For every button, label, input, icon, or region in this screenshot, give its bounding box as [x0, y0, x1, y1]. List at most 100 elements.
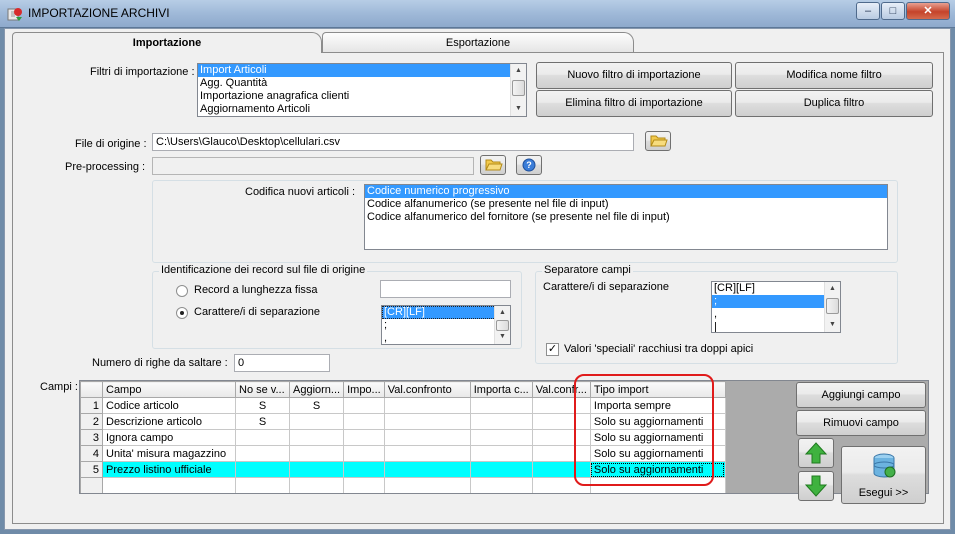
list-item[interactable]: Importazione anagrafica clienti: [198, 90, 526, 103]
grid-cell[interactable]: [383, 397, 471, 414]
grid-cell[interactable]: [343, 445, 385, 462]
grid-cell[interactable]: [469, 461, 533, 478]
filters-scrollbar[interactable]: ▲ ▼: [510, 64, 526, 116]
scroll-up-icon[interactable]: ▲: [825, 282, 840, 296]
grid-cell[interactable]: [288, 477, 345, 493]
list-item[interactable]: Codice numerico progressivo: [365, 185, 887, 198]
grid-cell[interactable]: [235, 461, 290, 478]
filters-listbox[interactable]: Import Articoli Agg. Quantità Importazio…: [197, 63, 527, 117]
grid-cell[interactable]: S: [235, 413, 290, 430]
grid-cell[interactable]: Prezzo listino ufficiale: [102, 461, 236, 478]
grid-cell[interactable]: [288, 429, 345, 446]
separator-radio[interactable]: [176, 307, 188, 319]
skip-rows-input[interactable]: 0: [234, 354, 330, 372]
duplicate-filter-button[interactable]: Duplica filtro: [735, 90, 933, 117]
grid-cell[interactable]: [383, 461, 471, 478]
grid-cell[interactable]: [383, 413, 471, 430]
grid-cell[interactable]: [343, 413, 385, 430]
list-item[interactable]: [CR][LF]: [712, 282, 840, 295]
tab-esportazione[interactable]: Esportazione: [322, 32, 634, 53]
grid-cell[interactable]: [469, 429, 533, 446]
grid-cell[interactable]: Descrizione articolo: [102, 413, 236, 430]
grid-cell[interactable]: [235, 477, 290, 493]
grid-cell[interactable]: [235, 429, 290, 446]
preprocessing-input[interactable]: [152, 157, 474, 175]
grid-cell[interactable]: [469, 445, 533, 462]
move-down-button[interactable]: [798, 471, 834, 501]
run-button[interactable]: Esegui >>: [841, 446, 926, 504]
field-separator-scrollbar[interactable]: ▲ ▼: [824, 282, 840, 332]
grid-cell[interactable]: [383, 477, 471, 493]
row-number[interactable]: [80, 477, 103, 493]
grid-cell[interactable]: [469, 477, 533, 493]
quote-values-checkbox[interactable]: ✓: [546, 343, 559, 356]
row-number[interactable]: 3: [80, 429, 103, 446]
scroll-thumb[interactable]: [826, 298, 839, 314]
list-item[interactable]: ;: [712, 295, 840, 308]
list-item[interactable]: Codice alfanumerico del fornitore (se pr…: [365, 211, 887, 224]
grid-cell[interactable]: [288, 461, 345, 478]
tab-importazione[interactable]: Importazione: [12, 32, 322, 53]
scroll-down-icon[interactable]: ▼: [495, 330, 510, 344]
scroll-down-icon[interactable]: ▼: [511, 102, 526, 116]
column-header[interactable]: Val.confronto: [383, 381, 471, 398]
list-item[interactable]: ,: [712, 308, 840, 321]
grid-cell[interactable]: [343, 429, 385, 446]
title-bar[interactable]: IMPORTAZIONE ARCHIVI – □ ✕: [0, 0, 955, 28]
column-header[interactable]: Aggiorn...: [288, 381, 345, 398]
column-header[interactable]: Impo...: [343, 381, 385, 398]
grid-cell[interactable]: [288, 445, 345, 462]
grid-cell[interactable]: [235, 445, 290, 462]
codifica-listbox[interactable]: Codice numerico progressivo Codice alfan…: [364, 184, 888, 250]
column-header[interactable]: Importa c...: [469, 381, 533, 398]
source-file-input[interactable]: C:\Users\Glauco\Desktop\cellulari.csv: [152, 133, 634, 151]
row-number[interactable]: 4: [80, 445, 103, 462]
list-item[interactable]: ,: [382, 332, 510, 344]
grid-cell[interactable]: [343, 397, 385, 414]
grid-cell[interactable]: [469, 413, 533, 430]
rename-filter-button[interactable]: Modifica nome filtro: [735, 62, 933, 89]
help-button[interactable]: ?: [516, 155, 542, 175]
field-separator-listbox[interactable]: [CR][LF] ; , | ▲ ▼: [711, 281, 841, 333]
grid-cell[interactable]: [288, 413, 345, 430]
move-up-button[interactable]: [798, 438, 834, 468]
grid-cell[interactable]: Unita' misura magazzino: [102, 445, 236, 462]
delete-filter-button[interactable]: Elimina filtro di importazione: [536, 90, 732, 117]
maximize-button[interactable]: □: [881, 2, 905, 20]
grid-cell[interactable]: Ignora campo: [102, 429, 236, 446]
list-item[interactable]: |: [712, 321, 840, 332]
column-header[interactable]: No se v...: [235, 381, 290, 398]
list-item[interactable]: Import Articoli: [198, 64, 526, 77]
list-item[interactable]: ;: [382, 319, 510, 332]
row-number[interactable]: 2: [80, 413, 103, 430]
add-field-button[interactable]: Aggiungi campo: [796, 382, 926, 408]
grid-cell[interactable]: [383, 429, 471, 446]
list-item[interactable]: Codice alfanumerico (se presente nel fil…: [365, 198, 887, 211]
scroll-thumb[interactable]: [512, 80, 525, 96]
new-filter-button[interactable]: Nuovo filtro di importazione: [536, 62, 732, 89]
close-button[interactable]: ✕: [906, 2, 950, 20]
list-item[interactable]: Agg. Quantità: [198, 77, 526, 90]
row-number[interactable]: 5: [80, 461, 103, 478]
scroll-down-icon[interactable]: ▼: [825, 318, 840, 332]
minimize-button[interactable]: –: [856, 2, 880, 20]
list-item[interactable]: Aggiornamento Articoli: [198, 103, 526, 116]
grid-cell[interactable]: [102, 477, 236, 493]
browse-source-button[interactable]: [645, 131, 671, 151]
row-number[interactable]: 1: [80, 397, 103, 414]
scroll-up-icon[interactable]: ▲: [511, 64, 526, 78]
grid-cell[interactable]: Codice articolo: [102, 397, 236, 414]
column-header[interactable]: Campo: [102, 381, 236, 398]
remove-field-button[interactable]: Rimuovi campo: [796, 410, 926, 436]
grid-cell[interactable]: [343, 477, 385, 493]
grid-cell[interactable]: S: [288, 397, 345, 414]
record-separator-scrollbar[interactable]: ▲ ▼: [494, 306, 510, 344]
scroll-up-icon[interactable]: ▲: [495, 306, 510, 320]
record-separator-listbox[interactable]: [CR][LF] ; , ▲ ▼: [381, 305, 511, 345]
fixed-length-radio[interactable]: [176, 285, 188, 297]
grid-cell[interactable]: [343, 461, 385, 478]
grid-cell[interactable]: [469, 397, 533, 414]
grid-cell[interactable]: [383, 445, 471, 462]
grid-cell[interactable]: S: [235, 397, 290, 414]
browse-preprocessing-button[interactable]: [480, 155, 506, 175]
